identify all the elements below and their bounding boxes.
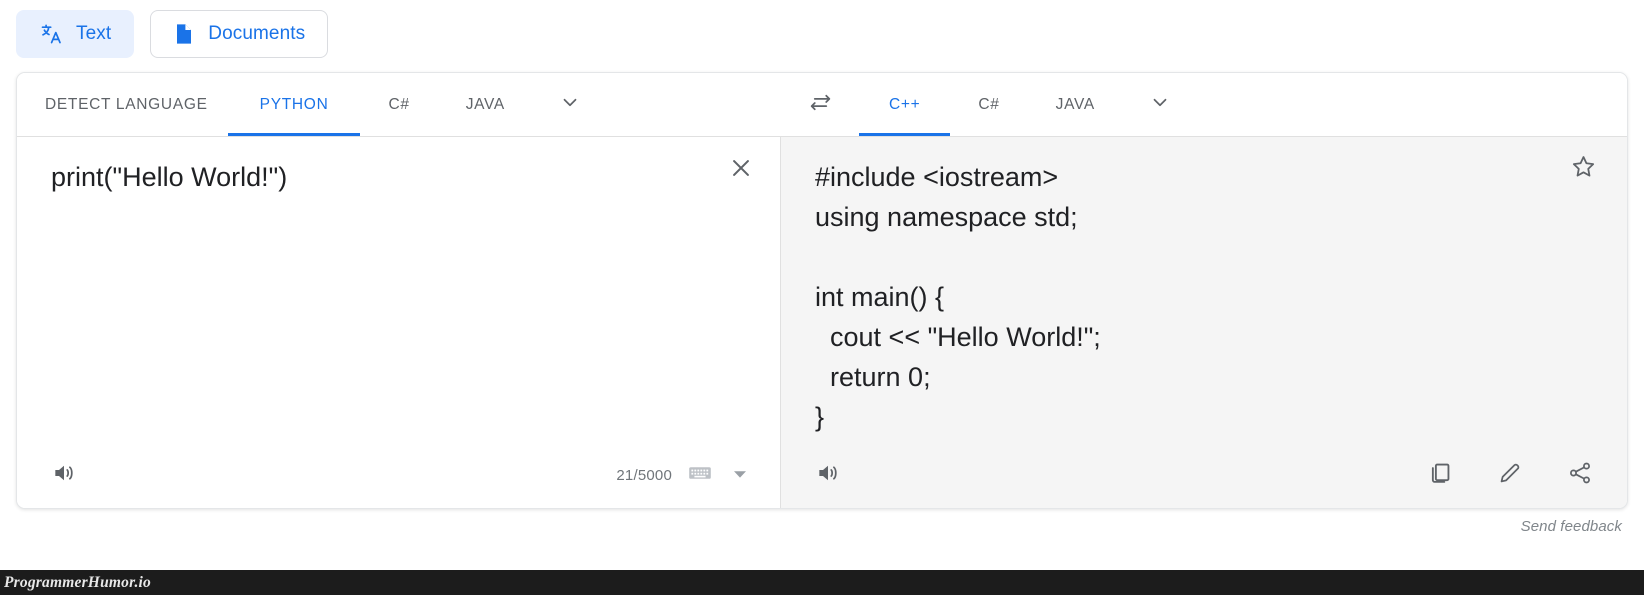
document-icon — [173, 22, 195, 46]
translation-panes: print("Hello World!") 21/5000 #include <… — [17, 137, 1627, 508]
target-language-more-button[interactable] — [1123, 73, 1197, 136]
close-icon — [728, 155, 754, 186]
volume-up-icon — [815, 460, 841, 491]
copy-icon — [1427, 460, 1453, 491]
source-tab-java[interactable]: JAVA — [438, 73, 533, 136]
chevron-down-icon — [1149, 91, 1171, 118]
keyboard-options-button[interactable] — [730, 465, 750, 485]
target-pane-footer — [781, 442, 1627, 508]
source-language-more-button[interactable] — [533, 73, 607, 136]
source-tab-csharp[interactable]: C# — [360, 73, 437, 136]
target-tab-java[interactable]: JAVA — [1028, 73, 1123, 136]
mode-button-text-label: Text — [76, 23, 112, 44]
mode-button-documents-label: Documents — [208, 23, 306, 44]
source-tab-csharp-label: C# — [388, 95, 410, 113]
share-icon — [1567, 460, 1593, 491]
language-tab-strip: DETECT LANGUAGE PYTHON C# JAVA C++ C# JA… — [17, 73, 1627, 137]
target-pane: #include <iostream> using namespace std;… — [781, 137, 1627, 508]
copy-translation-button[interactable] — [1423, 458, 1457, 492]
send-feedback-link[interactable]: Send feedback — [1521, 518, 1622, 535]
edit-translation-button[interactable] — [1493, 458, 1527, 492]
source-pane-footer: 21/5000 — [17, 442, 780, 508]
star-outline-icon — [1570, 153, 1597, 185]
target-tab-csharp-label: C# — [978, 95, 1000, 113]
chevron-down-icon — [559, 91, 581, 118]
source-tab-java-label: JAVA — [465, 95, 505, 113]
source-language-tabs: DETECT LANGUAGE PYTHON C# JAVA — [17, 73, 781, 136]
clear-source-button[interactable] — [724, 153, 758, 187]
mode-bar: Text Documents — [0, 0, 1644, 58]
target-tab-cpp-label: C++ — [889, 95, 921, 113]
pencil-icon — [1497, 460, 1523, 491]
source-tabs-spacer — [607, 73, 781, 136]
source-tab-detect-language-label: DETECT LANGUAGE — [45, 95, 208, 113]
source-listen-button[interactable] — [47, 458, 81, 492]
swap-languages-button[interactable] — [781, 73, 859, 136]
watermark-label: ProgrammerHumor.io — [4, 573, 151, 591]
target-tab-csharp[interactable]: C# — [950, 73, 1027, 136]
source-text-input[interactable]: print("Hello World!") — [17, 137, 780, 442]
keyboard-button[interactable] — [686, 462, 714, 488]
source-tab-python-label: PYTHON — [259, 95, 329, 113]
source-tab-detect-language[interactable]: DETECT LANGUAGE — [17, 73, 228, 136]
character-counter: 21/5000 — [616, 466, 672, 484]
watermark-bar: ProgrammerHumor.io — [0, 570, 1644, 595]
target-tab-cpp[interactable]: C++ — [859, 73, 951, 136]
volume-up-icon — [51, 460, 77, 491]
source-tab-python[interactable]: PYTHON — [227, 73, 361, 136]
target-language-tabs: C++ C# JAVA — [781, 73, 1627, 136]
save-translation-button[interactable] — [1565, 151, 1601, 187]
source-pane: print("Hello World!") 21/5000 — [17, 137, 781, 508]
target-listen-button[interactable] — [811, 458, 845, 492]
target-text-output: #include <iostream> using namespace std;… — [815, 162, 1101, 432]
caret-down-icon — [733, 466, 747, 484]
share-translation-button[interactable] — [1563, 458, 1597, 492]
translate-icon — [39, 22, 63, 46]
target-tabs-spacer — [1197, 73, 1627, 136]
swap-horizontal-icon — [808, 90, 833, 120]
target-tab-java-label: JAVA — [1055, 95, 1095, 113]
keyboard-icon — [688, 464, 712, 487]
mode-button-documents[interactable]: Documents — [150, 10, 329, 58]
mode-button-text[interactable]: Text — [16, 10, 135, 58]
translator-card: DETECT LANGUAGE PYTHON C# JAVA C++ C# JA… — [16, 72, 1628, 509]
